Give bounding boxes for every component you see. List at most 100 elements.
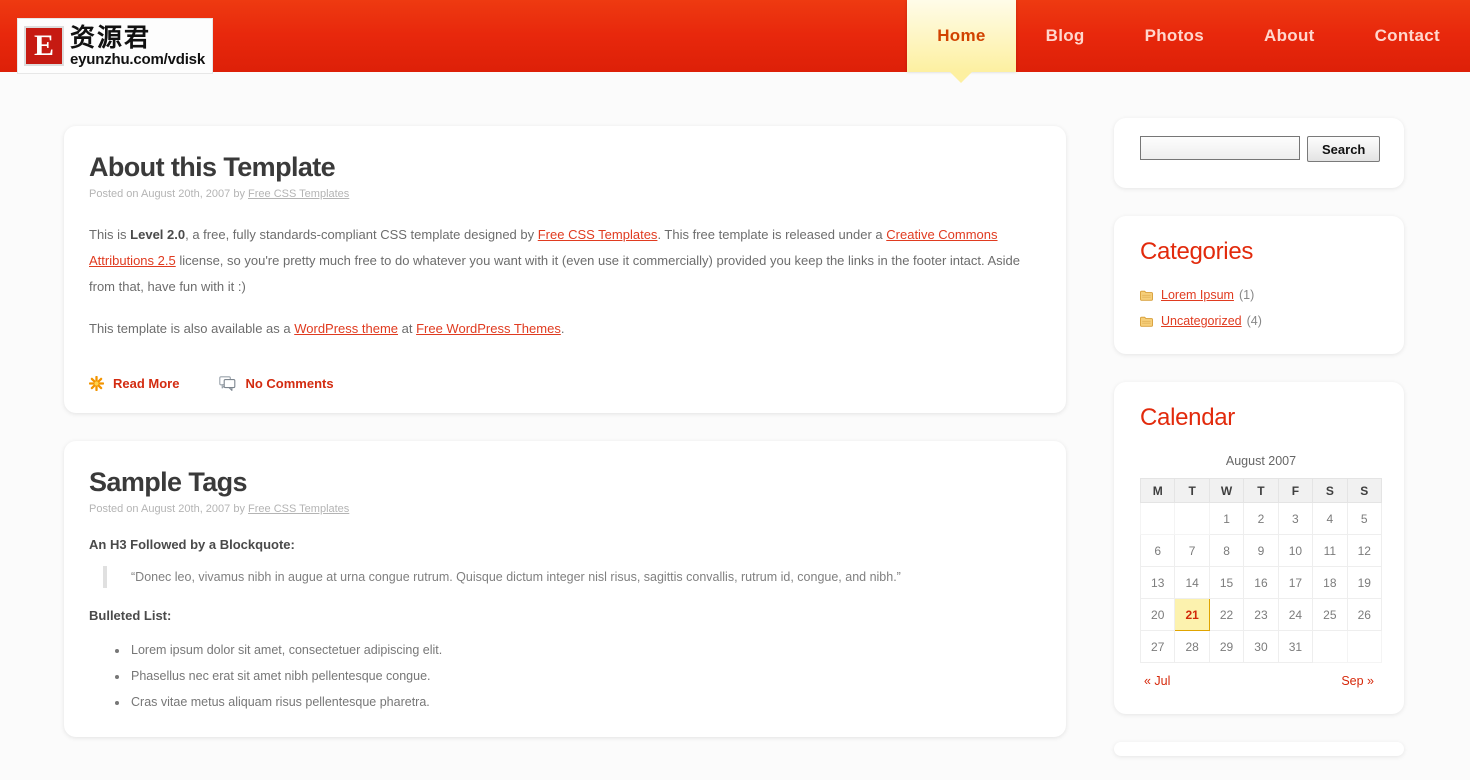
text-fragment: at <box>398 321 417 336</box>
post-meta-prefix: Posted on August 20th, 2007 by <box>89 188 249 200</box>
read-more-link[interactable]: Read More <box>89 376 179 391</box>
free-wordpress-themes-link[interactable]: Free WordPress Themes <box>416 321 561 336</box>
calendar-day[interactable]: 8 <box>1208 534 1245 567</box>
calendar-day[interactable]: 11 <box>1312 534 1348 567</box>
nav-item-label: Photos <box>1144 26 1205 45</box>
calendar-day[interactable]: 27 <box>1139 630 1176 663</box>
calendar-dayname: M <box>1139 478 1176 503</box>
calendar-dayname: T <box>1243 478 1279 503</box>
nav-item-label: Home <box>937 26 986 45</box>
nav-item-about[interactable]: About <box>1234 0 1345 72</box>
category-link[interactable]: Uncategorized <box>1161 314 1242 328</box>
calendar-navigation: « Jul Sep » <box>1144 674 1374 688</box>
calendar-day[interactable]: 15 <box>1208 566 1245 599</box>
sample-blockquote: “Donec leo, vivamus nibh in augue at urn… <box>103 566 1041 588</box>
post-author-link[interactable]: Free CSS Templates <box>248 188 349 200</box>
calendar-day-today[interactable]: 21 <box>1174 598 1210 631</box>
calendar-day[interactable]: 6 <box>1139 534 1176 567</box>
calendar-day[interactable]: 20 <box>1139 598 1176 631</box>
calendar-day[interactable]: 30 <box>1243 630 1279 663</box>
calendar-table: August 2007 MTWTFSS 1 2 3 4 5 6 7 8 9 10 11 12 13 14 1… <box>1139 454 1383 663</box>
watermark-chinese-text: 资源君 <box>70 23 152 52</box>
calendar-day[interactable]: 1 <box>1208 502 1245 535</box>
search-input[interactable] <box>1140 136 1300 160</box>
post-title: About this Template <box>89 152 336 182</box>
calendar-week-row: 12345 <box>1139 502 1383 535</box>
calendar-day[interactable]: 24 <box>1277 598 1314 631</box>
calendar-prev-month-link[interactable]: « Jul <box>1144 674 1170 688</box>
free-css-templates-link[interactable]: Free CSS Templates <box>538 227 658 242</box>
calendar-panel: Calendar August 2007 MTWTFSS 1 2 3 4 5 6 7 8 9 10… <box>1114 382 1404 714</box>
category-item-lorem-ipsum: Lorem Ipsum (1) <box>1140 288 1378 302</box>
folder-icon <box>1140 316 1153 327</box>
nav-item-contact[interactable]: Contact <box>1345 0 1470 72</box>
calendar-day[interactable]: 5 <box>1346 502 1383 535</box>
calendar-day[interactable]: 13 <box>1139 566 1176 599</box>
calendar-day[interactable]: 16 <box>1243 566 1279 599</box>
calendar-day[interactable]: 10 <box>1277 534 1314 567</box>
nav-item-label: Contact <box>1374 26 1440 45</box>
calendar-day[interactable]: 29 <box>1208 630 1245 663</box>
search-panel: Search <box>1114 118 1404 188</box>
calendar-day[interactable]: 26 <box>1346 598 1383 631</box>
calendar-day[interactable]: 14 <box>1174 566 1210 599</box>
calendar-day[interactable]: 3 <box>1277 502 1314 535</box>
post-sample-tags: Sample Tags Posted on August 20th, 2007 … <box>64 441 1066 737</box>
calendar-day[interactable]: 7 <box>1174 534 1210 567</box>
main-content: About this Template Posted on August 20t… <box>64 126 1066 765</box>
calendar-head: MTWTFSS <box>1139 478 1383 503</box>
list-item: Lorem ipsum dolor sit amet, consectetuer… <box>129 637 1041 663</box>
calendar-week-row: 6 7 8 9 10 11 12 <box>1139 534 1383 567</box>
calendar-day[interactable]: 9 <box>1243 534 1279 567</box>
calendar-day[interactable]: 23 <box>1243 598 1279 631</box>
calendar-week-row: 13 14 15 16 17 18 19 <box>1139 566 1383 599</box>
folder-icon <box>1140 290 1153 301</box>
calendar-next-month-link[interactable]: Sep » <box>1341 674 1374 688</box>
post-body: An H3 Followed by a Blockquote: “Donec l… <box>89 537 1041 715</box>
calendar-dayname: T <box>1174 478 1210 503</box>
category-count: (4) <box>1246 314 1262 328</box>
calendar-day[interactable]: 18 <box>1312 566 1348 599</box>
nav-item-label: Blog <box>1045 26 1085 45</box>
search-button[interactable]: Search <box>1307 136 1381 162</box>
text-fragment: license, so you're pretty much free to d… <box>89 253 1021 294</box>
post-meta-prefix: Posted on August 20th, 2007 by <box>89 503 249 515</box>
nav-item-home[interactable]: Home <box>907 0 1016 83</box>
text-fragment: This template is also available as a <box>89 321 295 336</box>
calendar-day[interactable]: 31 <box>1277 630 1314 663</box>
calendar-day[interactable]: 12 <box>1346 534 1383 567</box>
nav-item-label: About <box>1264 26 1315 45</box>
categories-list: Lorem Ipsum (1) Uncategorized (4) <box>1140 288 1378 328</box>
calendar-day[interactable]: 17 <box>1277 566 1314 599</box>
calendar-day[interactable]: 25 <box>1312 598 1348 631</box>
bulleted-list-heading: Bulleted List: <box>89 608 172 623</box>
wordpress-theme-link[interactable]: WordPress theme <box>294 321 398 336</box>
calendar-day[interactable]: 2 <box>1243 502 1279 535</box>
category-link[interactable]: Lorem Ipsum <box>1161 288 1234 302</box>
nav-item-photos[interactable]: Photos <box>1115 0 1234 72</box>
calendar-day[interactable]: 28 <box>1174 630 1210 663</box>
site-header: s templates HomeBlogPhotosAboutContact <box>0 0 1470 83</box>
post-body: This is Level 2.0, a free, fully standar… <box>89 222 1041 342</box>
post-paragraph-1: This is Level 2.0, a free, fully standar… <box>89 222 1041 300</box>
calendar-empty-cell <box>1312 630 1348 663</box>
comment-bubble-icon <box>219 376 236 391</box>
calendar-empty-cell <box>1346 630 1383 663</box>
post-meta: Posted on August 20th, 2007 by Free CSS … <box>89 188 1041 200</box>
post-author-link[interactable]: Free CSS Templates <box>248 503 349 515</box>
category-item-uncategorized: Uncategorized (4) <box>1140 314 1378 328</box>
starburst-icon <box>89 376 104 391</box>
text-fragment: , a free, fully standards-compliant CSS … <box>185 227 538 242</box>
post-title: Sample Tags <box>89 467 248 497</box>
watermark-text: 资源君 eyunzhu.com/vdisk <box>70 25 205 67</box>
comments-link[interactable]: No Comments <box>219 376 334 391</box>
calendar-day[interactable]: 22 <box>1208 598 1245 631</box>
nav-item-blog[interactable]: Blog <box>1016 0 1115 72</box>
calendar-empty-cell <box>1174 502 1210 535</box>
post-about-this-template: About this Template Posted on August 20t… <box>64 126 1066 413</box>
bulleted-list: Lorem ipsum dolor sit amet, consectetuer… <box>89 637 1041 715</box>
watermark-url: eyunzhu.com/vdisk <box>70 51 205 68</box>
calendar-day[interactable]: 4 <box>1312 502 1348 535</box>
calendar-day[interactable]: 19 <box>1346 566 1383 599</box>
list-item: Cras vitae metus aliquam risus pellentes… <box>129 689 1041 715</box>
